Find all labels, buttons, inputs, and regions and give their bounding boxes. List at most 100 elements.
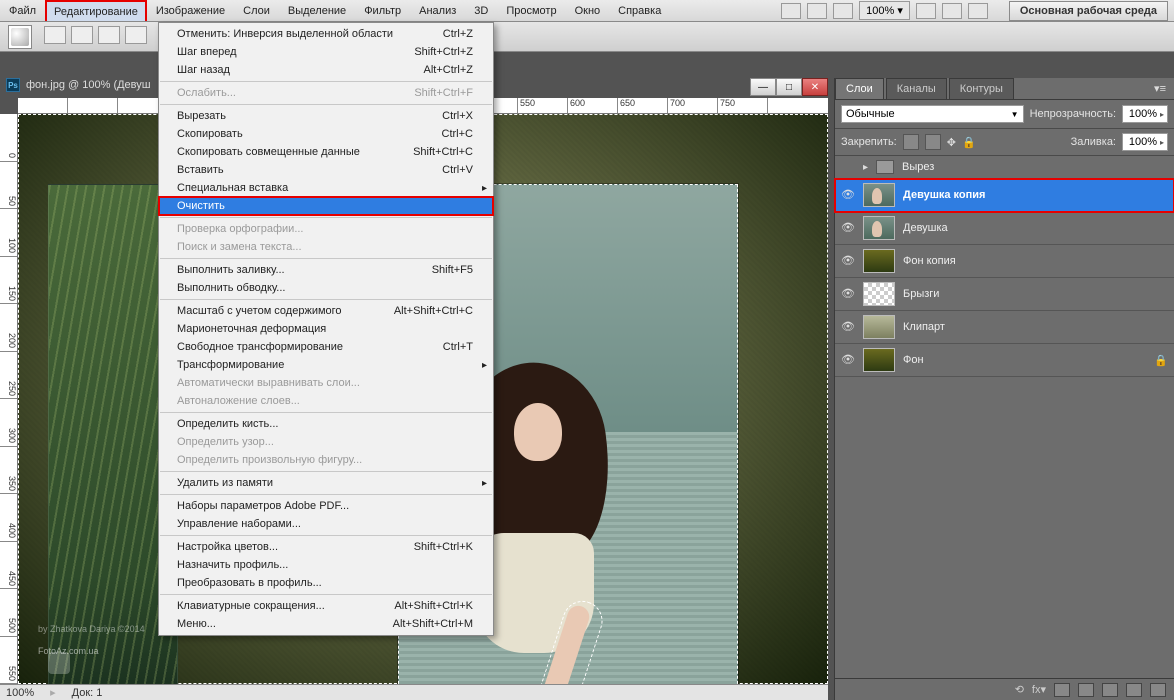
minimize-button[interactable]: — — [750, 78, 776, 96]
menu-файл[interactable]: Файл — [0, 0, 45, 21]
zoom-level[interactable]: 100% ▾ — [859, 1, 910, 20]
menuitem[interactable]: Трансформирование — [159, 356, 493, 374]
adjustment-layer-icon[interactable] — [1078, 683, 1094, 697]
eye-icon[interactable]: 👁 — [841, 320, 855, 334]
layer-thumbnail[interactable] — [863, 183, 895, 207]
layer-thumbnail[interactable] — [863, 216, 895, 240]
menu-слои[interactable]: Слои — [234, 0, 279, 21]
menuitem[interactable]: Шаг впередShift+Ctrl+Z — [159, 43, 493, 61]
fill-input[interactable]: 100%▸ — [1122, 133, 1168, 151]
layer-thumbnail[interactable] — [863, 282, 895, 306]
layer-row[interactable]: 👁Клипарт — [835, 311, 1174, 344]
tool-preset-icon[interactable] — [8, 25, 32, 49]
extras-icon-1[interactable] — [916, 3, 936, 19]
lock-all-icon[interactable]: 🔒 — [962, 136, 976, 149]
panel-tab-каналы[interactable]: Каналы — [886, 78, 947, 99]
menuitem[interactable]: Выполнить заливку...Shift+F5 — [159, 261, 493, 279]
window-controls: — □ ✕ — [750, 78, 828, 96]
ruler-vertical[interactable]: 050100150200250300350400450500550 — [0, 114, 18, 684]
menuitem[interactable]: Назначить профиль... — [159, 556, 493, 574]
menuitem[interactable]: Наборы параметров Adobe PDF... — [159, 497, 493, 515]
menuitem[interactable]: Преобразовать в профиль... — [159, 574, 493, 592]
menuitem[interactable]: Скопировать совмещенные данныеShift+Ctrl… — [159, 143, 493, 161]
eye-icon[interactable]: 👁 — [841, 188, 855, 202]
eye-icon[interactable]: 👁 — [841, 221, 855, 235]
selection-subtract-icon[interactable] — [98, 26, 120, 44]
panel-tab-контуры[interactable]: Контуры — [949, 78, 1014, 99]
layer-group-row[interactable]: ▸ Вырез — [835, 156, 1174, 179]
menuitem[interactable]: Управление наборами... — [159, 515, 493, 533]
menu-анализ[interactable]: Анализ — [410, 0, 465, 21]
eye-icon[interactable]: 👁 — [841, 287, 855, 301]
layer-row[interactable]: 👁Фон🔒 — [835, 344, 1174, 377]
opacity-input[interactable]: 100%▸ — [1122, 105, 1168, 123]
menuitem[interactable]: Клавиатурные сокращения...Alt+Shift+Ctrl… — [159, 597, 493, 615]
menuitem[interactable]: Марионеточная деформация — [159, 320, 493, 338]
selection-intersect-icon[interactable] — [125, 26, 147, 44]
menuitem[interactable]: Меню...Alt+Shift+Ctrl+M — [159, 615, 493, 633]
add-mask-icon[interactable] — [1054, 683, 1070, 697]
selection-add-icon[interactable] — [71, 26, 93, 44]
lock-pixels-icon[interactable] — [925, 134, 941, 150]
menuitem[interactable]: Настройка цветов...Shift+Ctrl+K — [159, 538, 493, 556]
menuitem[interactable]: Отменить: Инверсия выделенной областиCtr… — [159, 25, 493, 43]
panel-tabs: СлоиКаналыКонтуры ▾≡ — [835, 78, 1174, 100]
menuitem[interactable]: Определить кисть... — [159, 415, 493, 433]
view-extras-icon[interactable] — [781, 3, 801, 19]
menu-выделение[interactable]: Выделение — [279, 0, 355, 21]
lock-position-icon[interactable]: ✥ — [947, 136, 956, 149]
lock-transparent-icon[interactable] — [903, 134, 919, 150]
extras-icon-3[interactable] — [968, 3, 988, 19]
eye-icon[interactable]: 👁 — [841, 353, 855, 367]
menuitem[interactable]: Специальная вставка — [159, 179, 493, 197]
new-layer-icon[interactable] — [1126, 683, 1142, 697]
layer-thumbnail[interactable] — [863, 348, 895, 372]
layer-thumbnail[interactable] — [863, 315, 895, 339]
main-menu-bar: ФайлРедактированиеИзображениеСлоиВыделен… — [0, 0, 1174, 22]
menu-3d[interactable]: 3D — [465, 0, 497, 21]
document-tab[interactable]: Ps фон.jpg @ 100% (Девуш — [6, 78, 151, 92]
menu-просмотр[interactable]: Просмотр — [497, 0, 565, 21]
layer-row[interactable]: 👁Девушка — [835, 212, 1174, 245]
document-title: фон.jpg @ 100% (Девуш — [26, 79, 151, 91]
panel-menu-icon[interactable]: ▾≡ — [1146, 78, 1174, 99]
menuitem[interactable]: Масштаб с учетом содержимогоAlt+Shift+Ct… — [159, 302, 493, 320]
maximize-button[interactable]: □ — [776, 78, 802, 96]
eye-icon[interactable]: 👁 — [841, 254, 855, 268]
layer-row[interactable]: 👁Фон копия — [835, 245, 1174, 278]
delete-layer-icon[interactable] — [1150, 683, 1166, 697]
menu-фильтр[interactable]: Фильтр — [355, 0, 410, 21]
menu-окно[interactable]: Окно — [566, 0, 610, 21]
close-button[interactable]: ✕ — [802, 78, 828, 96]
layer-thumbnail[interactable] — [863, 249, 895, 273]
folder-icon — [876, 160, 894, 174]
menuitem[interactable]: Очистить — [159, 197, 493, 215]
arrange-docs-icon[interactable] — [833, 3, 853, 19]
panel-tab-слои[interactable]: Слои — [835, 78, 884, 99]
menuitem[interactable]: Удалить из памяти — [159, 474, 493, 492]
menu-редактирование[interactable]: Редактирование — [45, 0, 147, 21]
menuitem[interactable]: Свободное трансформированиеCtrl+T — [159, 338, 493, 356]
chevron-right-icon[interactable]: ▸ — [863, 162, 868, 173]
blend-mode-select[interactable]: Обычные▼ — [841, 105, 1024, 123]
menuitem[interactable]: ВырезатьCtrl+X — [159, 107, 493, 125]
menuitem[interactable]: Шаг назадAlt+Ctrl+Z — [159, 61, 493, 79]
screen-mode-icon[interactable] — [807, 3, 827, 19]
layer-style-icon[interactable]: fx▾ — [1032, 683, 1046, 696]
menu-справка[interactable]: Справка — [609, 0, 670, 21]
eye-icon[interactable] — [841, 160, 855, 174]
selection-new-icon[interactable] — [44, 26, 66, 44]
layer-row[interactable]: 👁Брызги — [835, 278, 1174, 311]
layer-row[interactable]: 👁Девушка копия — [835, 179, 1174, 212]
menuitem[interactable]: Выполнить обводку... — [159, 279, 493, 297]
layers-panel-footer: ⟲ fx▾ — [835, 678, 1174, 700]
status-zoom[interactable]: 100% — [6, 687, 34, 699]
extras-icon-2[interactable] — [942, 3, 962, 19]
link-layers-icon[interactable]: ⟲ — [1015, 683, 1024, 696]
new-group-icon[interactable] — [1102, 683, 1118, 697]
menuitem[interactable]: ВставитьCtrl+V — [159, 161, 493, 179]
workspace-switcher[interactable]: Основная рабочая среда — [1009, 1, 1168, 21]
menuitem[interactable]: СкопироватьCtrl+C — [159, 125, 493, 143]
status-doc[interactable]: Док: 1 — [72, 687, 103, 699]
menu-изображение[interactable]: Изображение — [147, 0, 234, 21]
